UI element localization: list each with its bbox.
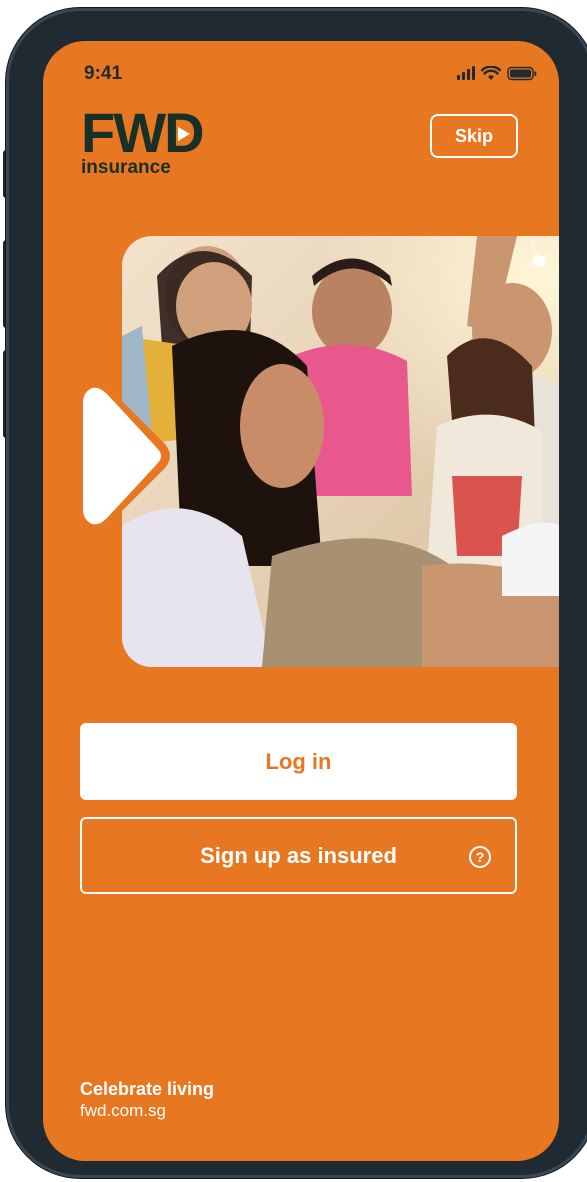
signup-button[interactable]: Sign up as insured ?: [80, 817, 517, 894]
battery-icon: [507, 66, 537, 81]
welcome-screen: 9:41 FWD: [43, 41, 559, 1161]
logo-letter-d: D: [164, 105, 204, 161]
login-button[interactable]: Log in: [80, 723, 517, 800]
device-mockup: 9:41 FWD: [0, 0, 587, 1182]
logo-subtitle: insurance: [81, 157, 171, 178]
play-chevron-icon: [77, 376, 177, 536]
logo-wordmark: FWD: [81, 101, 231, 164]
help-icon[interactable]: ?: [469, 846, 491, 868]
skip-button[interactable]: Skip: [430, 114, 518, 158]
fwd-logo: FWD insurance: [81, 101, 231, 187]
status-icons: [457, 65, 537, 81]
footer-tagline: Celebrate living: [80, 1079, 215, 1099]
logo-play-icon: [178, 127, 191, 141]
logo-letters: FW: [81, 101, 166, 164]
signup-label: Sign up as insured: [200, 842, 397, 868]
hero-image: [122, 236, 559, 667]
footer-url[interactable]: fwd.com.sg: [80, 1100, 214, 1121]
wifi-icon: [481, 65, 501, 81]
signal-icon: [457, 66, 475, 80]
footer: Celebrate living fwd.com.sg: [80, 1079, 214, 1121]
status-time: 9:41: [84, 63, 123, 84]
